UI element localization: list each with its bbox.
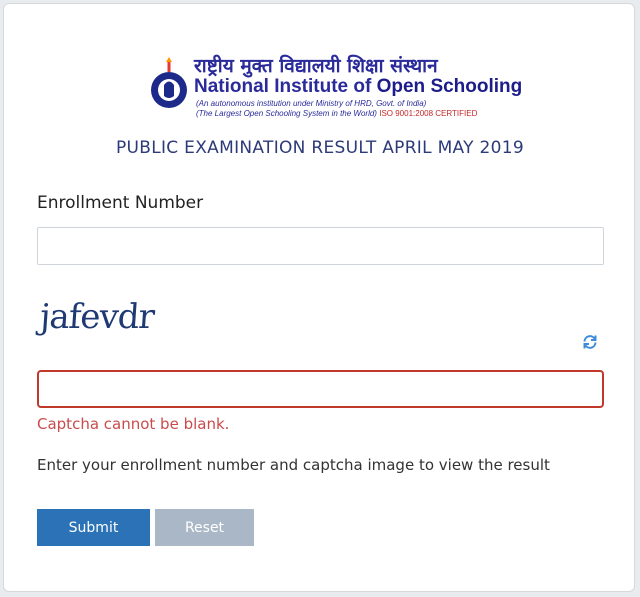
tagline-text: (The Largest Open Schooling System in th… [196,109,377,118]
enrollment-number-input[interactable] [37,227,604,265]
captcha-text: jafevdr [38,297,156,337]
refresh-icon[interactable] [581,333,599,351]
page-title: PUBLIC EXAMINATION RESULT APRIL MAY 2019 [115,138,525,158]
submit-button[interactable]: Submit [37,509,150,546]
captcha-image: jafevdr [38,297,180,351]
institute-name-english: National Institute of Open Schooling [194,76,522,98]
enrollment-label: Enrollment Number [37,193,204,213]
institute-name-prefix: National Institute of [194,76,377,97]
institute-tagline: (The Largest Open Schooling System in th… [196,109,477,118]
reset-button[interactable]: Reset [155,509,254,546]
institute-name-hindi: राष्ट्रीय मुक्त विद्यालयी शिक्षा संस्थान [194,55,438,77]
nios-header: राष्ट्रीय मुक्त विद्यालयी शिक्षा संस्थान… [148,50,522,120]
captcha-input[interactable] [37,370,604,408]
institute-subtitle: (An autonomous institution under Ministr… [196,99,427,108]
captcha-error-message: Captcha cannot be blank. [37,415,230,433]
institute-name-bold: Open Schooling [376,76,523,97]
nios-logo-icon [151,57,187,108]
iso-certification: ISO 9001:2008 CERTIFIED [379,109,478,118]
help-text: Enter your enrollment number and captcha… [37,456,550,474]
